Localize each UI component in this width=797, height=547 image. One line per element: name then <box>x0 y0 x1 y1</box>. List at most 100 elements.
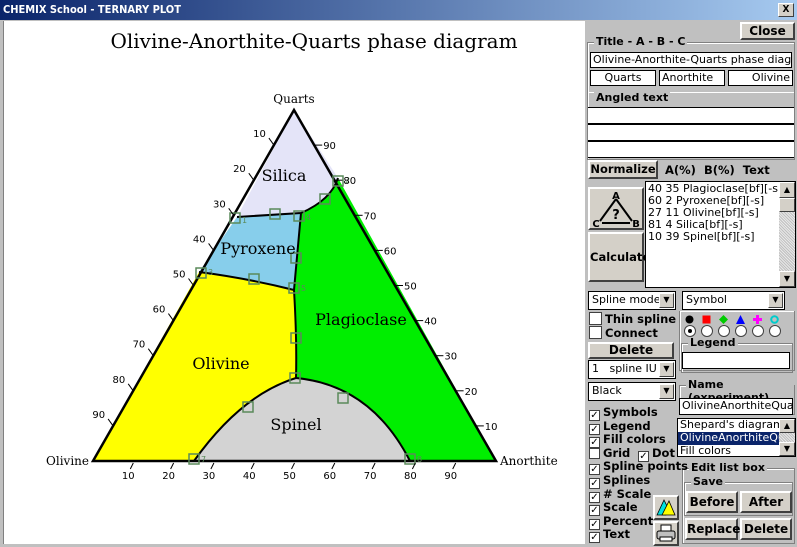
checkbox-label: Symbols <box>603 405 658 419</box>
checkbox-grid[interactable]: Grid <box>589 445 631 460</box>
normalize-button[interactable]: Normalize <box>588 160 658 179</box>
angled-text-input-3[interactable] <box>588 141 794 158</box>
b-label-input[interactable]: Anorthite <box>659 70 725 86</box>
data-list[interactable]: 40 35 Plagioclase[bf][-s] 60 2 Pyroxene[b… <box>645 181 796 288</box>
svg-text:B: B <box>632 219 640 228</box>
checkbox-label: Percent <box>603 513 654 528</box>
tick-label-left: 70 <box>133 340 146 351</box>
symbol-triangle-icon <box>736 314 745 324</box>
region-label-pyroxene: Pyroxene <box>220 239 295 258</box>
tick-left <box>127 383 134 392</box>
triangle-question-icon: A C B ? <box>592 191 640 230</box>
tick-label-left: 60 <box>153 305 166 316</box>
tick-label-bottom: 30 <box>203 471 216 482</box>
experiment-list-item[interactable]: Shepard's diagram <box>678 419 779 432</box>
legend-input[interactable] <box>682 352 790 369</box>
tick-label-bottom: 10 <box>122 471 135 482</box>
checkbox-label: Grid <box>603 445 631 460</box>
spline-select[interactable]: 1 spline IU ▼ <box>588 360 676 379</box>
delete-spline-button[interactable]: Delete <box>588 342 674 359</box>
tick-label-right: 90 <box>323 141 336 152</box>
symbol-select-value: Symbol <box>686 293 727 306</box>
c-label-input[interactable]: Olivine <box>728 70 793 86</box>
tick-label-bottom: 90 <box>444 471 457 482</box>
spline-point-label: 4 <box>306 213 311 222</box>
plot-title: Olivine-Anorthite-Quarts phase diagram <box>110 29 517 53</box>
symbol-radio-plus[interactable] <box>752 325 764 337</box>
tick-bottom <box>452 462 457 470</box>
tick-label-right: 40 <box>424 317 437 328</box>
symbol-circle-icon <box>685 314 694 324</box>
symbol-radio-triangle[interactable] <box>735 325 747 337</box>
symbol-plus-icon <box>753 314 762 324</box>
scroll-up-button[interactable]: ▲ <box>779 419 795 433</box>
spline-point-label: 7 <box>201 455 206 464</box>
region-label-plagioclase: Plagioclase <box>315 310 407 329</box>
window-close-button[interactable]: X <box>778 3 794 17</box>
experiment-list-item[interactable]: OlivineAnorthiteQuarts <box>678 432 779 445</box>
vertex-label-top: Quarts <box>273 92 314 106</box>
scroll-down-button[interactable]: ▼ <box>779 442 795 456</box>
svg-text:?: ? <box>612 208 620 223</box>
symbol-radio-ring[interactable] <box>769 325 781 337</box>
a-label-input[interactable]: Quarts <box>590 70 656 86</box>
delete-entry-button[interactable]: Delete <box>740 518 792 540</box>
spline-mode-select[interactable]: Spline mode ▼ <box>588 291 676 310</box>
tick-left <box>167 313 174 321</box>
scroll-down-button[interactable]: ▼ <box>779 271 795 287</box>
experiment-list-item[interactable]: Fill colors <box>678 445 779 458</box>
save-after-button[interactable]: After <box>740 491 792 513</box>
calculate-button[interactable]: Calculate <box>588 232 650 282</box>
save-before-button[interactable]: Before <box>686 491 738 513</box>
tick-bottom <box>291 462 295 470</box>
checkbox-label: Fill colors <box>603 432 666 447</box>
title-input[interactable]: Olivine-Anorthite-Quarts phase diagram <box>590 52 792 68</box>
tick-label-right: 20 <box>465 387 478 398</box>
color-select[interactable]: Black ▼ <box>588 382 676 401</box>
fill-colors-button[interactable] <box>653 495 679 520</box>
tick-label-bottom: 20 <box>162 471 175 482</box>
thin-spline-checkbox[interactable]: Thin spline <box>589 312 676 326</box>
close-button[interactable]: Close <box>740 22 795 40</box>
tick-label-right: 30 <box>444 352 457 363</box>
ternary-plot-svg: Olivine-Anorthite-Quarts phase diagram 1… <box>46 29 558 482</box>
tick-label-bottom: 60 <box>323 471 336 482</box>
print-button[interactable] <box>653 521 679 546</box>
spline-point-label: 5 <box>301 284 306 293</box>
connect-checkbox[interactable]: Connect <box>589 326 658 340</box>
scroll-up-button[interactable]: ▲ <box>779 182 795 198</box>
symbol-radio-circle[interactable] <box>684 325 696 337</box>
scroll-thumb[interactable] <box>779 198 795 212</box>
data-list-item[interactable]: 10 39 Spinel[bf][-s] <box>648 231 793 243</box>
experiment-list-scrollbar[interactable]: ▲ ▼ <box>779 419 795 456</box>
tick-label-bottom: 50 <box>283 471 296 482</box>
data-list-scrollbar[interactable]: ▲ ▼ <box>779 182 795 287</box>
tick-label-right: 80 <box>343 176 356 187</box>
tick-bottom <box>129 462 134 470</box>
control-panel: Close Title - A - B - C Olivine-Anorthit… <box>585 21 797 547</box>
replace-button[interactable]: Replace <box>685 518 740 540</box>
region-label-spinel: Spinel <box>270 415 321 434</box>
symbol-radio-diamond[interactable] <box>718 325 730 337</box>
symbol-radio-square[interactable] <box>701 325 713 337</box>
angled-text-input-2[interactable] <box>588 124 794 141</box>
ternary-helper-button[interactable]: A C B ? <box>588 187 644 230</box>
tick-label-left: 20 <box>233 164 246 175</box>
tick-label-left: 50 <box>173 270 186 281</box>
angled-text-label: Angled text <box>594 91 671 104</box>
angled-text-input-1[interactable] <box>588 107 794 124</box>
title-group-label: Title - A - B - C <box>594 35 688 48</box>
window-titlebar: CHEMIX School - TERNARY PLOT X <box>0 0 797 20</box>
tick-label-left: 30 <box>213 199 226 210</box>
spline-point-label: 1 <box>242 216 247 225</box>
mountains-icon <box>656 499 676 516</box>
checkbox-text[interactable]: ✓ Text <box>589 528 630 544</box>
tick-left <box>188 278 194 286</box>
symbol-square-icon <box>702 314 711 324</box>
tick-left <box>248 172 255 181</box>
experiment-list[interactable]: Shepard's diagramOlivineAnorthiteQuartsF… <box>677 418 796 457</box>
name-experiment-input[interactable]: OlivineAnorthiteQuarts <box>679 398 793 415</box>
tick-bottom <box>170 462 175 470</box>
symbol-select[interactable]: Symbol ▼ <box>682 291 785 310</box>
tick-label-right: 60 <box>384 246 397 257</box>
